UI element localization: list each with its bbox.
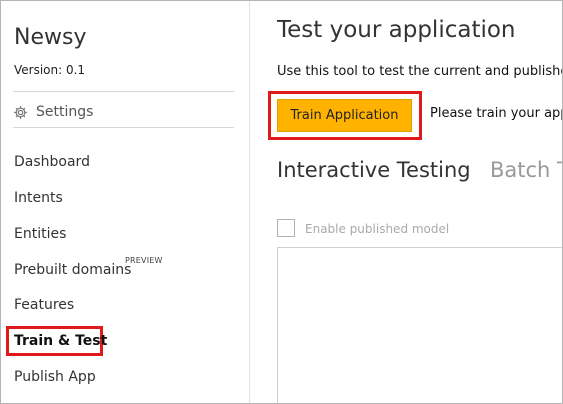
nav-publish-app[interactable]: Publish App (14, 369, 96, 385)
app-window: Newsy Version: 0.1 Settings Dashboard In… (0, 0, 563, 404)
divider (13, 91, 234, 92)
settings-label: Settings (36, 104, 94, 120)
nav-entities[interactable]: Entities (14, 226, 66, 242)
page-title: Test your application (277, 17, 516, 43)
utterance-input[interactable] (277, 247, 562, 403)
train-application-button[interactable]: Train Application (277, 99, 412, 132)
page-description: Use this tool to test the current and pu… (277, 64, 563, 79)
sidebar: Newsy Version: 0.1 Settings Dashboard In… (1, 1, 249, 403)
tab-interactive-testing[interactable]: Interactive Testing (277, 158, 471, 182)
app-name: Newsy (14, 25, 87, 50)
pane-divider (249, 1, 250, 403)
enable-published-checkbox[interactable] (277, 219, 295, 237)
divider (13, 127, 234, 128)
nav-dashboard[interactable]: Dashboard (14, 154, 90, 170)
gear-icon (13, 105, 28, 120)
train-message: Please train your app (430, 106, 563, 121)
app-version: Version: 0.1 (14, 63, 86, 77)
enable-published-label: Enable published model (305, 222, 450, 236)
nav-intents[interactable]: Intents (14, 190, 63, 206)
nav-train-test[interactable]: Train & Test (14, 333, 107, 349)
settings-link[interactable]: Settings (13, 101, 93, 123)
preview-badge: PREVIEW (125, 256, 163, 265)
tab-batch-testing[interactable]: Batch T (490, 158, 562, 182)
nav-features[interactable]: Features (14, 297, 74, 313)
nav-prebuilt-domains[interactable]: Prebuilt domains (14, 262, 131, 278)
